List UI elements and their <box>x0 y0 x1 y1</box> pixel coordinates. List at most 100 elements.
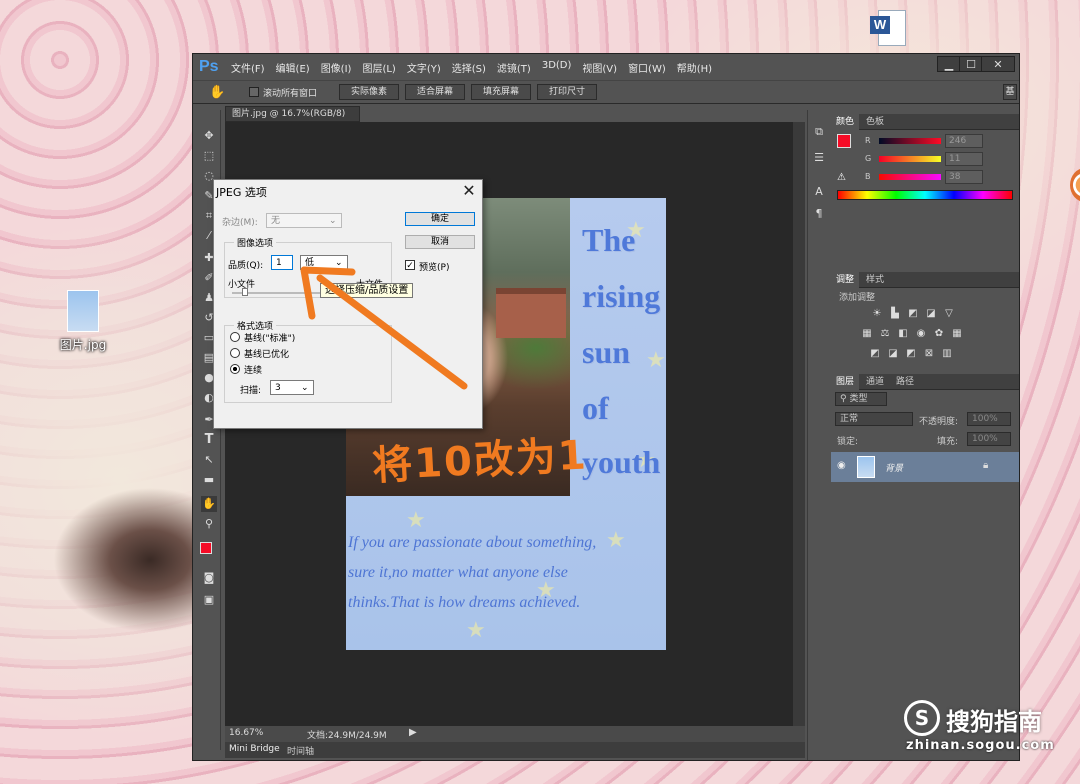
selective-color-icon[interactable]: ⊠ <box>923 348 935 360</box>
quick-mask-icon[interactable]: ◙ <box>201 570 217 586</box>
blend-mode-dropdown[interactable]: 正常 <box>835 412 913 426</box>
tab-color[interactable]: 颜色 <box>831 114 860 130</box>
document-tab[interactable]: 图片.jpg @ 16.7%(RGB/8) × <box>225 106 360 134</box>
watermark-text: 搜狗指南 <box>946 708 1042 736</box>
hue-sat-icon[interactable]: ▦ <box>861 328 873 340</box>
minimize-button[interactable]: ▁ <box>937 56 961 72</box>
path-select-icon[interactable]: ↖ <box>201 452 217 468</box>
tab-paths[interactable]: 路径 <box>891 374 919 390</box>
quote-line: thinks.That is how dreams achieved. <box>348 594 581 611</box>
color-fg-swatch[interactable] <box>837 134 851 148</box>
photo-filter-icon[interactable]: ◉ <box>915 328 927 340</box>
posterize-icon[interactable]: ◪ <box>887 348 899 360</box>
layer-filter-value: 类型 <box>849 394 868 404</box>
tab-channels[interactable]: 通道 <box>861 374 889 390</box>
word-desktop-icon[interactable]: W <box>868 8 908 48</box>
status-menu-arrow-icon[interactable]: ▶ <box>409 727 417 738</box>
menu-layer[interactable]: 图层(L) <box>362 60 395 75</box>
tab-styles[interactable]: 样式 <box>861 272 889 288</box>
quality-slider-thumb[interactable] <box>242 288 248 296</box>
image-options-title: 图像选项 <box>234 236 277 249</box>
radio-baseline-standard[interactable] <box>230 332 240 342</box>
b-label: B <box>865 172 871 181</box>
levels-icon[interactable]: ▙ <box>889 308 901 320</box>
tab-layers[interactable]: 图层 <box>831 374 860 390</box>
vibrance-icon[interactable]: ▽ <box>943 308 955 320</box>
fill-field[interactable]: 100% <box>967 432 1011 446</box>
invert-icon[interactable]: ◩ <box>869 348 881 360</box>
scroll-all-checkbox[interactable] <box>249 87 259 97</box>
b-value-field[interactable]: 38 <box>945 170 983 184</box>
menu-image[interactable]: 图像(I) <box>321 60 352 75</box>
g-slider[interactable] <box>879 156 941 162</box>
channel-mixer-icon[interactable]: ✿ <box>933 328 945 340</box>
r-value-field[interactable]: 246 <box>945 134 983 148</box>
hand-tool-panel-icon[interactable]: ✋ <box>201 496 217 512</box>
menu-file[interactable]: 文件(F) <box>231 60 265 75</box>
maximize-button[interactable]: ☐ <box>959 56 983 72</box>
layer-filter-dropdown[interactable]: ⚲ 类型 <box>835 392 887 406</box>
brightness-icon[interactable]: ☀ <box>871 308 883 320</box>
menu-help[interactable]: 帮助(H) <box>677 60 712 75</box>
color-lookup-icon[interactable]: ▦ <box>951 328 963 340</box>
actual-pixels-button[interactable]: 实际像素 <box>339 84 399 100</box>
marquee-tool-icon[interactable]: ⬚ <box>201 148 217 164</box>
menu-3d[interactable]: 3D(D) <box>542 60 572 75</box>
fit-screen-button[interactable]: 适合屏幕 <box>405 84 465 100</box>
image-file-desktop-icon[interactable]: 图片.jpg <box>56 290 110 360</box>
zoom-level[interactable]: 16.67% <box>229 728 263 738</box>
handwritten-annotation: 将10改为1 <box>371 432 589 490</box>
timeline-tab[interactable]: 时间轴 <box>287 744 314 757</box>
menu-edit[interactable]: 编辑(E) <box>276 60 310 75</box>
screen-mode-icon[interactable]: ▣ <box>201 592 217 608</box>
shape-tool-icon[interactable]: ▬ <box>201 472 217 488</box>
zoom-tool-icon[interactable]: ⚲ <box>201 516 217 532</box>
tab-adjustments[interactable]: 调整 <box>831 272 860 288</box>
color-balance-icon[interactable]: ⚖ <box>879 328 891 340</box>
menu-filter[interactable]: 滤镜(T) <box>497 60 531 75</box>
r-slider[interactable] <box>879 138 941 144</box>
paragraph-panel-icon[interactable]: ¶ <box>811 206 827 222</box>
ok-button[interactable]: 确定 <box>405 212 475 226</box>
gradient-map-icon[interactable]: ▥ <box>941 348 953 360</box>
menu-view[interactable]: 视图(V) <box>582 60 617 75</box>
mini-bridge-tab[interactable]: Mini Bridge <box>229 744 280 754</box>
g-value-field[interactable]: 11 <box>945 152 983 166</box>
properties-panel-icon[interactable]: ☰ <box>811 150 827 166</box>
menu-select[interactable]: 选择(S) <box>452 60 486 75</box>
cancel-button[interactable]: 取消 <box>405 235 475 249</box>
opacity-field[interactable]: 100% <box>967 412 1011 426</box>
gamut-warning-icon[interactable]: ⚠ <box>837 172 846 183</box>
threshold-icon[interactable]: ◩ <box>905 348 917 360</box>
close-button[interactable]: ✕ <box>981 56 1015 72</box>
color-ramp[interactable] <box>837 190 1013 200</box>
menu-window[interactable]: 窗口(W) <box>628 60 666 75</box>
history-panel-icon[interactable]: ⧉ <box>811 124 827 140</box>
dialog-close-icon[interactable]: ✕ <box>460 182 478 200</box>
print-size-button[interactable]: 打印尺寸 <box>537 84 597 100</box>
word-icon-letter: W <box>870 16 890 34</box>
bw-icon[interactable]: ◧ <box>897 328 909 340</box>
hand-tool-icon[interactable]: ✋ <box>209 85 225 100</box>
menu-type[interactable]: 文字(Y) <box>407 60 441 75</box>
radio-baseline-optimized[interactable] <box>230 348 240 358</box>
exposure-icon[interactable]: ◪ <box>925 308 937 320</box>
b-slider[interactable] <box>879 174 941 180</box>
move-tool-icon[interactable]: ✥ <box>201 128 217 144</box>
photo-building <box>496 288 566 338</box>
layer-name[interactable]: 背景 <box>885 461 903 474</box>
radio-progressive[interactable] <box>230 364 240 374</box>
poem-line: of <box>582 390 609 426</box>
layer-row-background[interactable]: ◉ 背景 🔒︎ <box>831 452 1019 482</box>
character-panel-icon[interactable]: A <box>811 184 827 200</box>
tab-swatches[interactable]: 色板 <box>861 114 889 130</box>
workspace-button[interactable]: 基 <box>1003 84 1017 100</box>
vertical-scrollbar[interactable] <box>793 122 805 726</box>
fill-screen-button[interactable]: 填充屏幕 <box>471 84 531 100</box>
eye-icon[interactable]: ◉ <box>837 460 846 471</box>
matte-dropdown[interactable]: 无 ⌄ <box>266 213 342 228</box>
foreground-color-swatch[interactable] <box>200 542 212 554</box>
poem-line: sun <box>582 334 631 370</box>
curves-icon[interactable]: ◩ <box>907 308 919 320</box>
type-tool-icon[interactable]: T <box>201 432 217 448</box>
